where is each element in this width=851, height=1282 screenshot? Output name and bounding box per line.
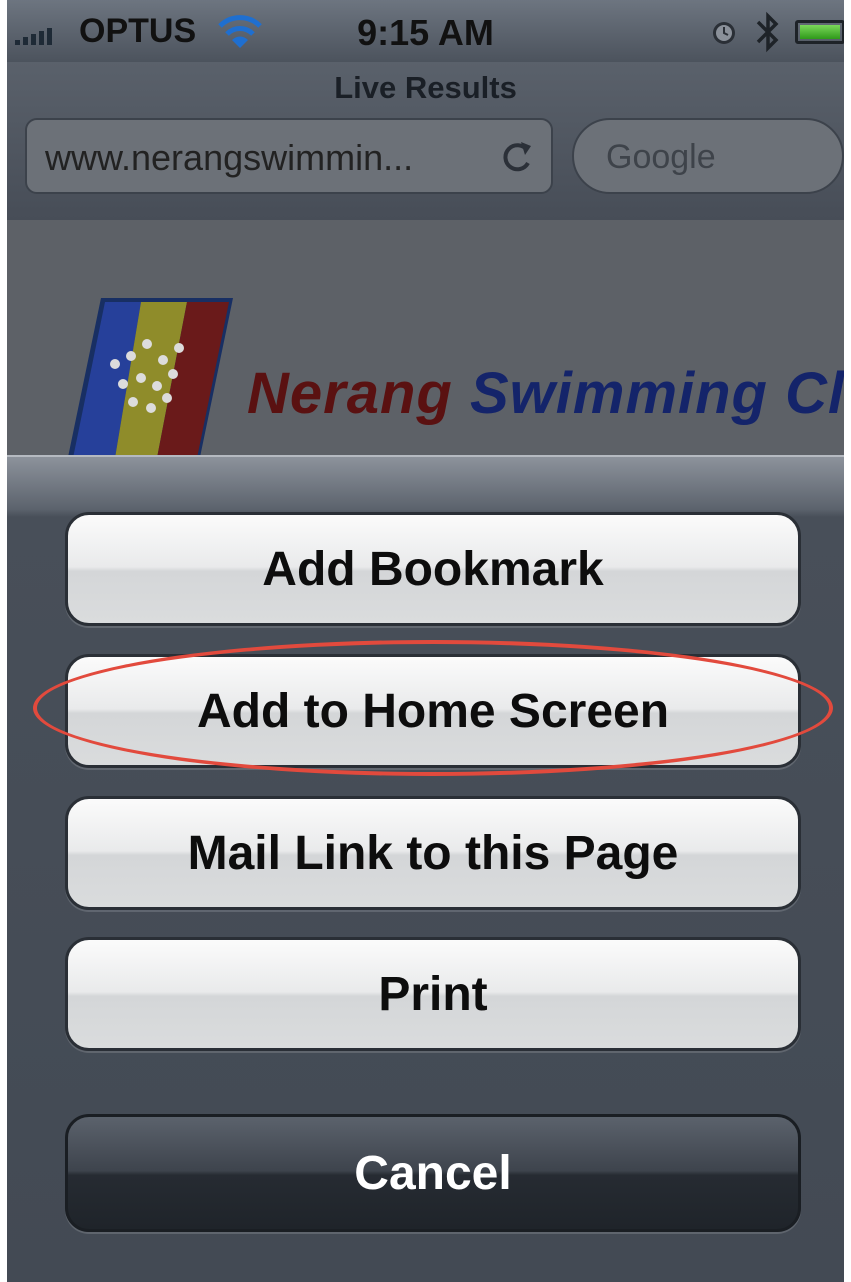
add-bookmark-button[interactable]: Add Bookmark xyxy=(65,512,801,626)
mail-link-button[interactable]: Mail Link to this Page xyxy=(65,796,801,910)
page-title: Live Results xyxy=(334,70,517,105)
club-name: Nerang Swimming Club xyxy=(247,360,844,427)
club-logo xyxy=(67,298,233,462)
phone-screen: OPTUS 9:15 AM Live Results www.nerangswi… xyxy=(7,0,844,1282)
action-sheet: Add Bookmark Add to Home Screen Mail Lin… xyxy=(7,455,844,1282)
reload-icon[interactable] xyxy=(497,136,537,176)
club-name-part1: Nerang xyxy=(247,361,453,426)
add-to-home-screen-button[interactable]: Add to Home Screen xyxy=(65,654,801,768)
web-page: Nerang Swimming Club xyxy=(7,220,844,462)
search-field[interactable]: Google xyxy=(572,118,844,194)
cancel-button[interactable]: Cancel xyxy=(65,1114,801,1232)
browser-toolbar: Live Results www.nerangswimmin... Google xyxy=(7,62,844,222)
address-bar[interactable]: www.nerangswimmin... xyxy=(25,118,553,194)
bluetooth-icon xyxy=(756,11,779,53)
search-placeholder: Google xyxy=(606,138,716,176)
club-name-part2: Swimming Club xyxy=(469,361,844,426)
status-bar: OPTUS 9:15 AM xyxy=(7,0,844,62)
alarm-icon xyxy=(713,22,735,44)
battery-icon xyxy=(795,20,844,44)
print-button[interactable]: Print xyxy=(65,937,801,1051)
url-text: www.nerangswimmin... xyxy=(45,137,414,178)
